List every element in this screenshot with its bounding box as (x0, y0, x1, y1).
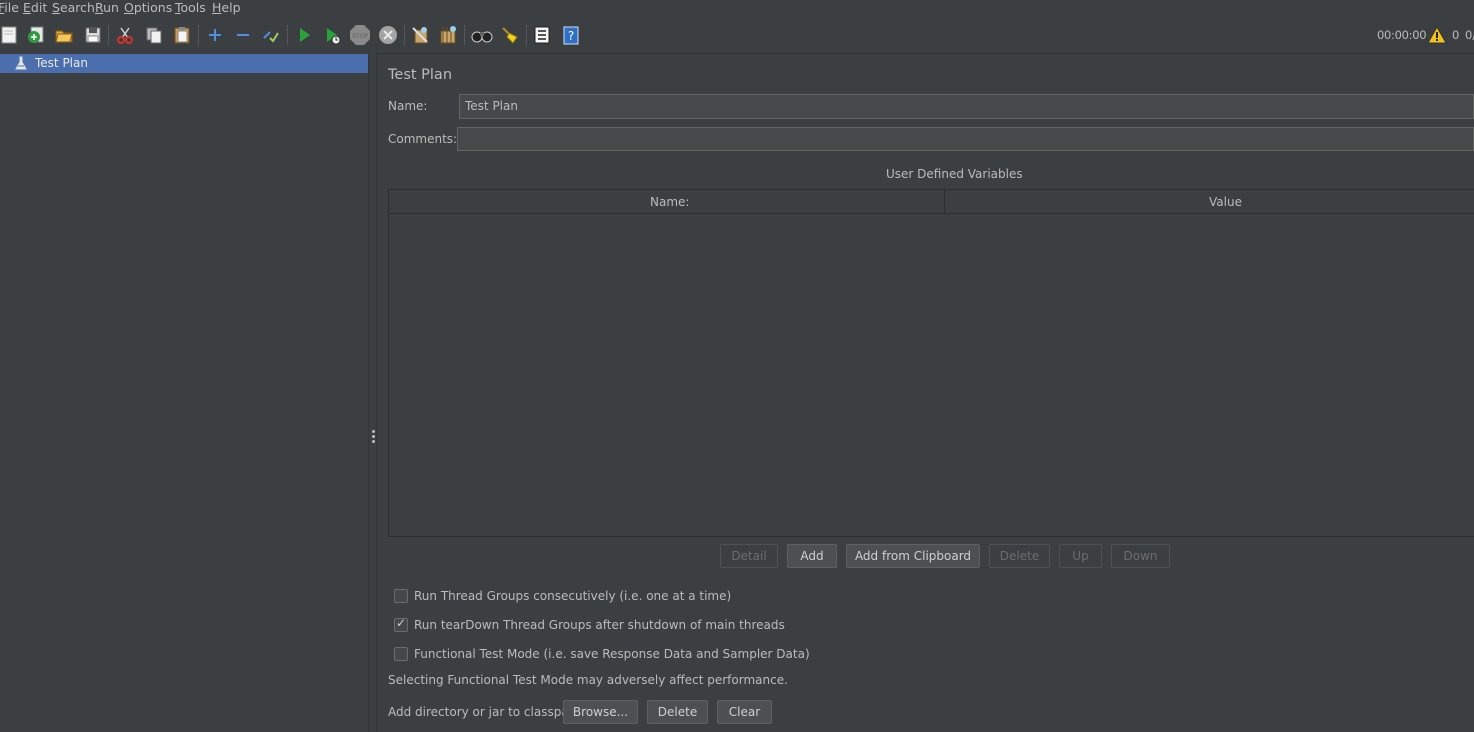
toolbar-separator (526, 25, 527, 45)
reset-search-icon[interactable] (499, 24, 521, 46)
clear-all-icon[interactable] (437, 24, 459, 46)
functional-test-mode-label: Functional Test Mode (i.e. save Response… (414, 647, 810, 661)
help-icon[interactable]: ? (560, 24, 582, 46)
splitter-grip-dot (372, 440, 375, 443)
column-divider[interactable] (944, 190, 945, 214)
svg-text:?: ? (568, 29, 574, 43)
checkmark-icon: ✓ (396, 616, 407, 630)
elapsed-timer: 00:00:00 (1377, 28, 1427, 42)
test-plan-icon (14, 56, 28, 74)
menu-run[interactable]: Run (95, 0, 119, 15)
menu-edit[interactable]: Edit (23, 0, 47, 15)
thread-count: 0/ (1465, 28, 1474, 42)
up-button[interactable]: Up (1059, 544, 1102, 568)
delete-button[interactable]: Delete (989, 544, 1050, 568)
column-header-name[interactable]: Name: (650, 195, 689, 209)
copy-icon[interactable] (143, 24, 165, 46)
toggle-icon[interactable] (260, 24, 282, 46)
cut-icon[interactable] (114, 24, 136, 46)
toolbar-separator (198, 25, 199, 45)
warning-count: 0 (1452, 28, 1460, 42)
tree-item-test-plan[interactable]: Test Plan (0, 54, 368, 73)
collapse-icon[interactable] (232, 24, 254, 46)
comments-label: Comments: (388, 132, 458, 146)
menu-options-label: ptions (133, 0, 173, 15)
add-button[interactable]: Add (787, 544, 837, 568)
add-from-clipboard-button[interactable]: Add from Clipboard (846, 544, 980, 568)
splitter-grip-dot (372, 435, 375, 438)
new-plan-icon[interactable] (0, 24, 20, 46)
down-button[interactable]: Down (1111, 544, 1170, 568)
table-header: Name: Value (389, 190, 1474, 214)
start-no-pause-icon[interactable] (321, 24, 343, 46)
menu-help[interactable]: Help (212, 0, 241, 15)
menu-search[interactable]: Search (52, 0, 95, 15)
menu-options-mnemonic: O (124, 0, 134, 15)
menu-search-label: earch (59, 0, 95, 15)
svg-text:STOP: STOP (352, 33, 368, 40)
functional-mode-note: Selecting Functional Test Mode may adver… (388, 673, 788, 687)
user-defined-variables-table[interactable]: Name: Value (388, 189, 1474, 537)
menu-file-label: ile (4, 0, 19, 15)
toolbar-separator (464, 25, 465, 45)
menu-run-mnemonic: R (95, 0, 104, 15)
menu-help-mnemonic: H (212, 0, 222, 15)
toolbar-separator (404, 25, 405, 45)
menu-help-label: elp (221, 0, 241, 15)
paste-icon[interactable] (171, 24, 193, 46)
test-plan-tree: Test Plan (0, 53, 368, 732)
search-icon[interactable] (471, 24, 493, 46)
browse-button[interactable]: Browse... (563, 700, 638, 724)
panel-splitter[interactable] (368, 53, 377, 732)
menu-options[interactable]: Options (124, 0, 172, 15)
run-consecutively-label: Run Thread Groups consecutively (i.e. on… (414, 589, 732, 603)
menu-file[interactable]: File (0, 0, 19, 15)
menu-bar: File Edit Search Run Options Tools Help (0, 0, 1474, 16)
templates-icon[interactable] (25, 24, 47, 46)
run-teardown-label: Run tearDown Thread Groups after shutdow… (414, 618, 785, 632)
detail-button[interactable]: Detail (720, 544, 778, 568)
menu-run-label: un (103, 0, 119, 15)
splitter-grip-dot (372, 430, 375, 433)
classpath-label: Add directory or jar to classpath (388, 705, 582, 719)
page-title: Test Plan (388, 67, 453, 83)
expand-icon[interactable] (204, 24, 226, 46)
classpath-clear-button[interactable]: Clear (717, 700, 772, 724)
menu-tools-label: ools (180, 0, 206, 15)
tree-item-label: Test Plan (35, 56, 88, 70)
menu-edit-label: dit (30, 0, 48, 15)
function-helper-icon[interactable] (531, 24, 553, 46)
menu-tools[interactable]: Tools (175, 0, 206, 15)
start-icon[interactable] (293, 24, 315, 46)
warning-icon[interactable] (1426, 24, 1448, 46)
toolbar: STOP ? 00:00:00 0 0/ (0, 17, 1474, 54)
name-label: Name: (388, 99, 428, 113)
toolbar-separator (287, 25, 288, 45)
shutdown-icon[interactable] (377, 24, 399, 46)
menu-search-mnemonic: S (52, 0, 60, 15)
name-field[interactable]: Test Plan (459, 94, 1474, 119)
classpath-delete-button[interactable]: Delete (647, 700, 708, 724)
run-consecutively-checkbox[interactable] (394, 589, 408, 603)
column-header-value[interactable]: Value (1209, 195, 1242, 209)
run-teardown-checkbox[interactable]: ✓ (394, 616, 408, 632)
open-icon[interactable] (53, 24, 75, 46)
stop-icon[interactable]: STOP (349, 24, 371, 46)
functional-test-mode-checkbox[interactable] (394, 647, 408, 661)
save-icon[interactable] (82, 24, 104, 46)
toolbar-separator (108, 25, 109, 45)
comments-field[interactable] (457, 127, 1474, 151)
user-defined-variables-title: User Defined Variables (886, 167, 1023, 181)
clear-icon[interactable] (409, 24, 431, 46)
menu-edit-mnemonic: E (23, 0, 31, 15)
